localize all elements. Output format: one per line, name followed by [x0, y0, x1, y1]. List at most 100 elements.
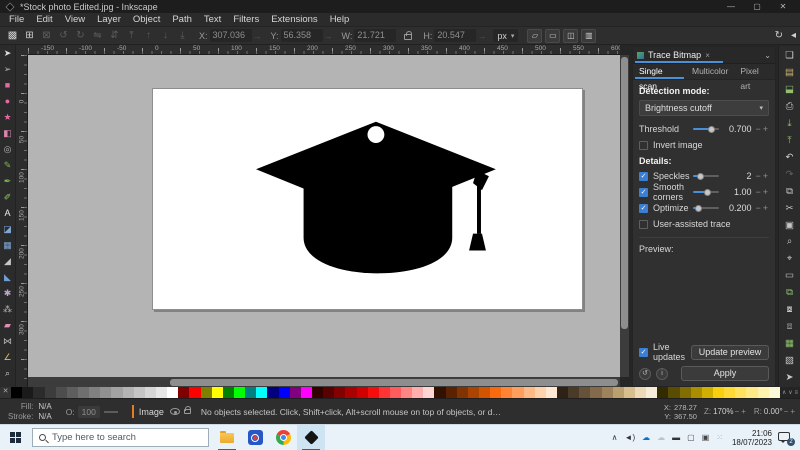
zoom-selection-icon[interactable]: ⌖ — [779, 251, 800, 268]
color-swatch[interactable] — [279, 387, 290, 398]
scale-stroke-toggle[interactable]: ▱ — [527, 29, 542, 43]
color-swatch[interactable] — [301, 387, 312, 398]
color-swatch[interactable] — [579, 387, 590, 398]
color-swatch[interactable] — [724, 387, 735, 398]
color-swatch[interactable] — [245, 387, 256, 398]
scale-gradient-toggle[interactable]: ◫ — [563, 29, 578, 43]
color-swatch[interactable] — [290, 387, 301, 398]
lock-ratio-icon[interactable] — [404, 34, 412, 40]
color-swatch[interactable] — [434, 387, 445, 398]
dialog-header[interactable]: Trace Bitmap × ⌄ — [633, 47, 775, 64]
calligraphy-tool[interactable]: ✐ — [0, 189, 15, 205]
color-swatch[interactable] — [267, 387, 278, 398]
h-field[interactable]: 20.547 — [434, 29, 476, 42]
palette-scroll-up-icon[interactable]: ∧ — [782, 389, 786, 396]
color-swatch[interactable] — [134, 387, 145, 398]
box3d-tool[interactable]: ◧ — [0, 125, 15, 141]
color-swatch[interactable] — [145, 387, 156, 398]
node-tool[interactable]: ➢ — [0, 61, 15, 77]
w-field[interactable]: 21.721 — [354, 29, 396, 42]
raise-icon[interactable]: ↑ — [140, 28, 157, 44]
ungroup-icon[interactable]: ▧ — [779, 353, 800, 370]
threshold-slider[interactable] — [693, 128, 719, 130]
color-swatch[interactable] — [535, 387, 546, 398]
select-all-icon[interactable]: ▩ — [4, 28, 21, 44]
x-field[interactable]: 307.036 — [210, 29, 252, 42]
ellipse-tool[interactable]: ● — [0, 93, 15, 109]
color-swatch[interactable] — [312, 387, 323, 398]
color-swatch[interactable] — [479, 387, 490, 398]
plus-button[interactable]: + — [762, 171, 769, 181]
scale-corners-toggle[interactable]: ▭ — [545, 29, 560, 43]
menu-extensions[interactable]: Extensions — [265, 13, 323, 27]
units-dropdown[interactable]: px ▾ — [493, 29, 518, 42]
info-button[interactable]: i — [656, 368, 668, 380]
unlink-clone-icon[interactable]: ⧈ — [779, 319, 800, 336]
optimize-slider[interactable] — [693, 207, 719, 209]
color-swatch[interactable] — [501, 387, 512, 398]
color-swatch[interactable] — [512, 387, 523, 398]
lower-icon[interactable]: ↓ — [157, 28, 174, 44]
eraser-tool[interactable]: ▰ — [0, 317, 15, 333]
color-swatch[interactable] — [156, 387, 167, 398]
onedrive-icon[interactable]: ☁ — [642, 425, 650, 450]
color-swatch[interactable] — [11, 387, 22, 398]
invert-image-checkbox[interactable] — [639, 141, 648, 150]
gradient-tool[interactable]: ◪ — [0, 221, 15, 237]
color-swatch[interactable] — [468, 387, 479, 398]
h-spinner-icon[interactable]: → — [477, 31, 486, 41]
rotation-plus-button[interactable]: + — [789, 407, 796, 416]
pen-tool[interactable]: ✒ — [0, 173, 15, 189]
slider-thumb[interactable] — [704, 189, 711, 196]
color-swatch[interactable] — [22, 387, 33, 398]
snap-toggle-icon[interactable]: ↻ — [775, 30, 783, 41]
zoom-page-icon[interactable]: ▭ — [779, 268, 800, 285]
taskbar-app-inkscape[interactable] — [297, 425, 325, 450]
color-swatch[interactable] — [189, 387, 200, 398]
color-swatch[interactable] — [746, 387, 757, 398]
lower-to-bottom-icon[interactable]: ⤓ — [174, 28, 191, 44]
menu-help[interactable]: Help — [324, 13, 356, 27]
palette-menu-icon[interactable]: ≡ — [794, 390, 798, 396]
rotation-value[interactable]: 0.00° — [764, 407, 783, 416]
opacity-slider[interactable] — [104, 411, 118, 413]
color-swatch[interactable] — [680, 387, 691, 398]
threshold-value[interactable]: 0.700 — [724, 124, 751, 134]
palette-scroll-down-icon[interactable]: ∨ — [788, 389, 792, 396]
detection-mode-select[interactable]: Brightness cutoff ▾ — [639, 100, 769, 116]
threshold-minus-button[interactable]: − — [754, 124, 761, 134]
y-field[interactable]: 56.358 — [281, 29, 323, 42]
color-swatch[interactable] — [735, 387, 746, 398]
scale-pattern-toggle[interactable]: ▥ — [581, 29, 596, 43]
save-document-icon[interactable]: ⬓ — [779, 82, 800, 99]
color-swatch[interactable] — [568, 387, 579, 398]
deselect-icon[interactable]: ⊠ — [38, 28, 55, 44]
trace-tab-pixel-art[interactable]: Pixel art — [734, 64, 775, 79]
color-swatch[interactable] — [100, 387, 111, 398]
vertical-scrollbar-thumb[interactable] — [621, 57, 628, 329]
tweak-tool[interactable]: ✱ — [0, 285, 15, 301]
horizontal-ruler[interactable]: -150-100-5005010015020025030035040045050… — [28, 45, 620, 55]
color-swatch[interactable] — [691, 387, 702, 398]
flip-horizontal-icon[interactable]: ⇋ — [89, 28, 106, 44]
dropper-tool[interactable]: ◢ — [0, 253, 15, 269]
menu-path[interactable]: Path — [166, 13, 198, 27]
canvas[interactable] — [28, 55, 620, 377]
color-swatch[interactable] — [490, 387, 501, 398]
text-tool[interactable]: A — [0, 205, 15, 221]
maximize-button[interactable]: ▢ — [744, 0, 770, 13]
taskbar-search-input[interactable]: Type here to search — [32, 428, 209, 447]
color-swatch[interactable] — [657, 387, 668, 398]
dialog-chevron-down-icon[interactable]: ⌄ — [764, 51, 771, 60]
color-swatch[interactable] — [89, 387, 100, 398]
print-icon[interactable]: ⎙ — [779, 99, 800, 116]
mesh-tool[interactable]: ▦ — [0, 237, 15, 253]
threshold-slider-thumb[interactable] — [708, 126, 715, 133]
color-swatch[interactable] — [546, 387, 557, 398]
user-assisted-checkbox[interactable] — [639, 220, 648, 229]
zoom-value[interactable]: 170% — [713, 407, 733, 416]
color-swatch[interactable] — [379, 387, 390, 398]
notification-center-button[interactable]: 2 — [778, 432, 792, 444]
color-swatch[interactable] — [123, 387, 134, 398]
color-swatch[interactable] — [201, 387, 212, 398]
